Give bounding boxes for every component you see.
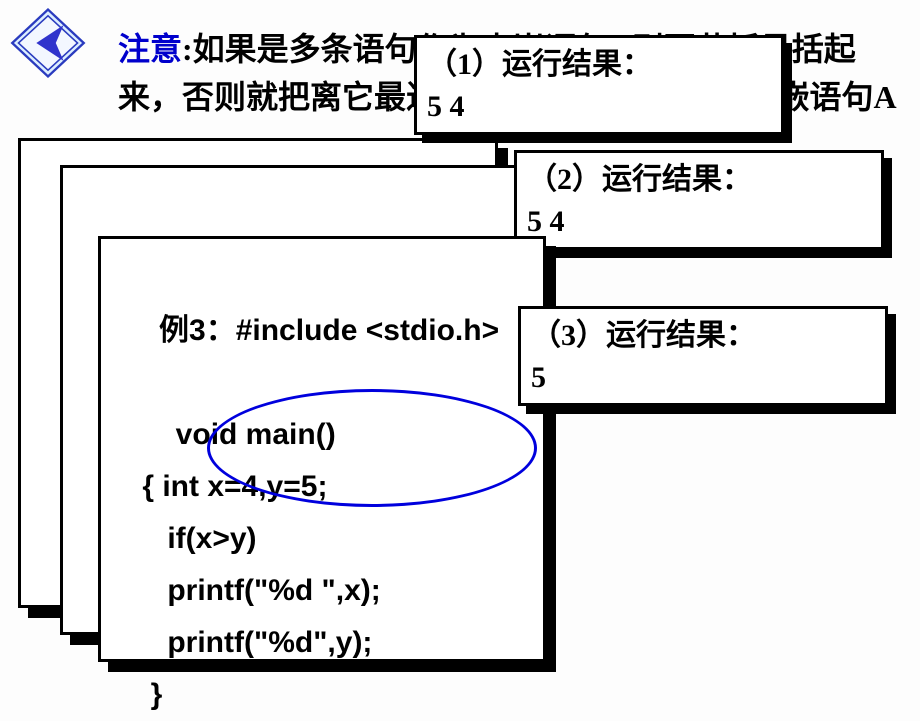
example3-include: #include <stdio.h> — [236, 314, 499, 347]
result1-value: 5 4 — [427, 86, 771, 128]
code-line-4: printf("%d ",x); — [109, 565, 535, 617]
back-arrow-icon[interactable] — [8, 8, 88, 78]
result2-title: （2）运行结果： — [527, 159, 871, 201]
note-label: 注意 — [118, 31, 182, 67]
code-line-3: if(x>y) — [109, 513, 535, 565]
result2-value: 5 4 — [527, 201, 871, 243]
result3-title: （3）运行结果： — [531, 315, 875, 357]
code-line-5: printf("%d",y); — [109, 617, 535, 669]
code-line-6: } — [109, 669, 535, 721]
result3-value: 5 — [531, 357, 875, 399]
ellipse-highlight-3 — [207, 389, 537, 507]
example3-label: 例3： — [159, 314, 236, 347]
result1-title: （1）运行结果： — [427, 44, 771, 86]
